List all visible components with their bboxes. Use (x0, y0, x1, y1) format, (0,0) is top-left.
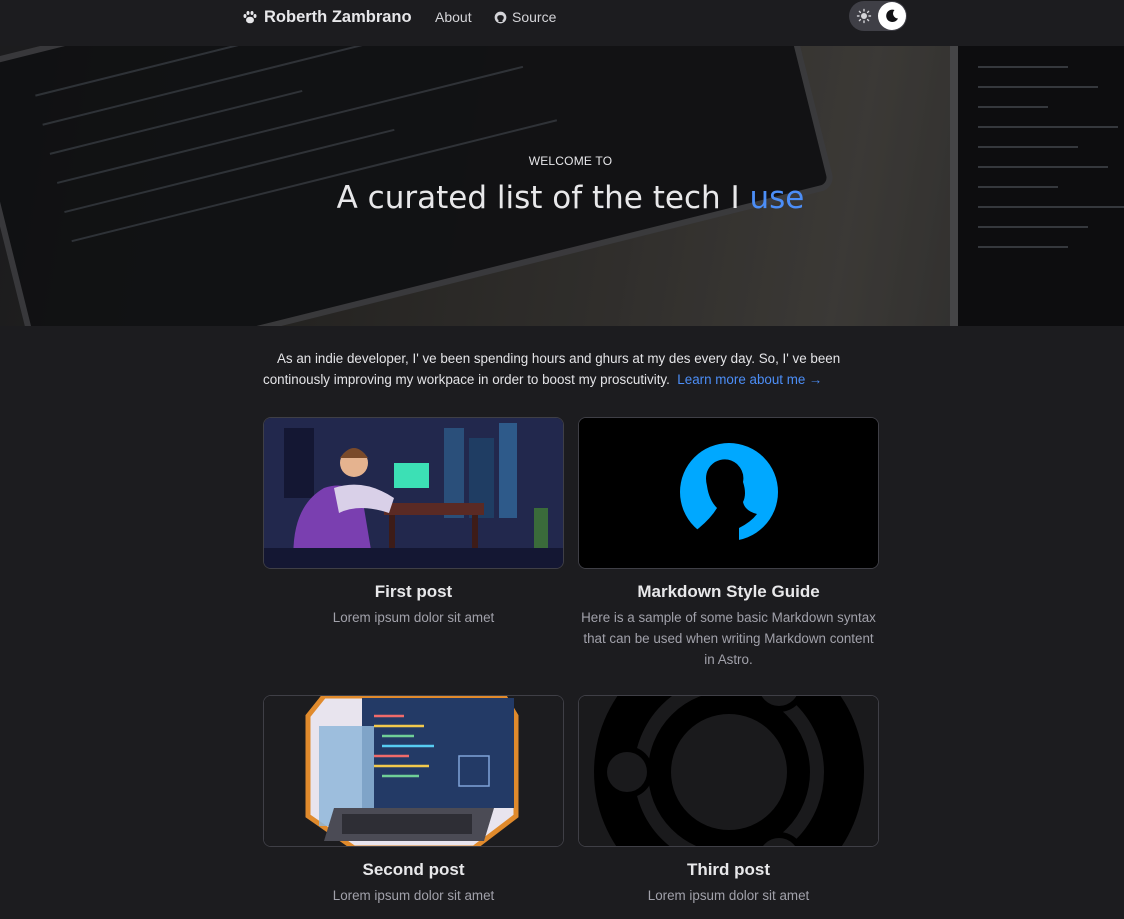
hero-title-accent: use (749, 180, 805, 216)
gamer-desk-illustration (264, 418, 563, 568)
top-navbar: Roberth Zambrano About Source (0, 0, 1124, 46)
sun-icon (856, 8, 872, 24)
post-thumbnail (263, 695, 564, 847)
brand-name: Roberth Zambrano (264, 7, 412, 26)
post-thumbnail (263, 417, 564, 569)
ubuntu-logo-icon (579, 696, 878, 846)
github-icon (494, 11, 507, 23)
avatar-silhouette-icon (579, 418, 878, 568)
nav-about-link[interactable]: About (435, 9, 472, 25)
post-card-second[interactable]: Second post Lorem ipsum dolor sit amet (263, 695, 564, 906)
intro-paragraph: As an indie developer, I' ve been spendi… (263, 348, 863, 390)
post-thumbnail (578, 695, 879, 847)
paw-icon (243, 11, 257, 24)
post-description: Lorem ipsum dolor sit amet (647, 888, 810, 903)
hero-title: A curated list of the tech I use (0, 180, 1124, 216)
nav-source-link[interactable]: Source (494, 9, 556, 25)
toggle-knob (878, 2, 906, 30)
brand-link[interactable]: Roberth Zambrano (242, 6, 412, 28)
post-description: Lorem ipsum dolor sit amet (332, 888, 495, 903)
post-card-first[interactable]: First post Lorem ipsum dolor sit amet (263, 417, 564, 628)
hero-title-main: A curated list of the tech I (336, 180, 740, 216)
post-description: Here is a sample of some basic Markdown … (581, 610, 876, 667)
post-title: First post (374, 582, 453, 601)
post-title: Second post (362, 860, 465, 879)
post-thumbnail (578, 417, 879, 569)
post-title: Third post (686, 860, 771, 879)
theme-toggle[interactable] (849, 1, 907, 31)
hero-kicker: WELCOME TO (528, 154, 613, 168)
laptop-code-illustration (264, 696, 563, 846)
post-description: Lorem ipsum dolor sit amet (332, 610, 495, 625)
post-card-markdown-style-guide[interactable]: Markdown Style Guide Here is a sample of… (578, 417, 879, 670)
post-title: Markdown Style Guide (637, 582, 820, 601)
nav-source-label: Source (512, 9, 557, 25)
nav-about-label: About (435, 9, 472, 25)
post-card-third[interactable]: Third post Lorem ipsum dolor sit amet (578, 695, 879, 906)
moon-icon (886, 9, 898, 23)
learn-more-link[interactable]: Learn more about me → (677, 372, 822, 387)
